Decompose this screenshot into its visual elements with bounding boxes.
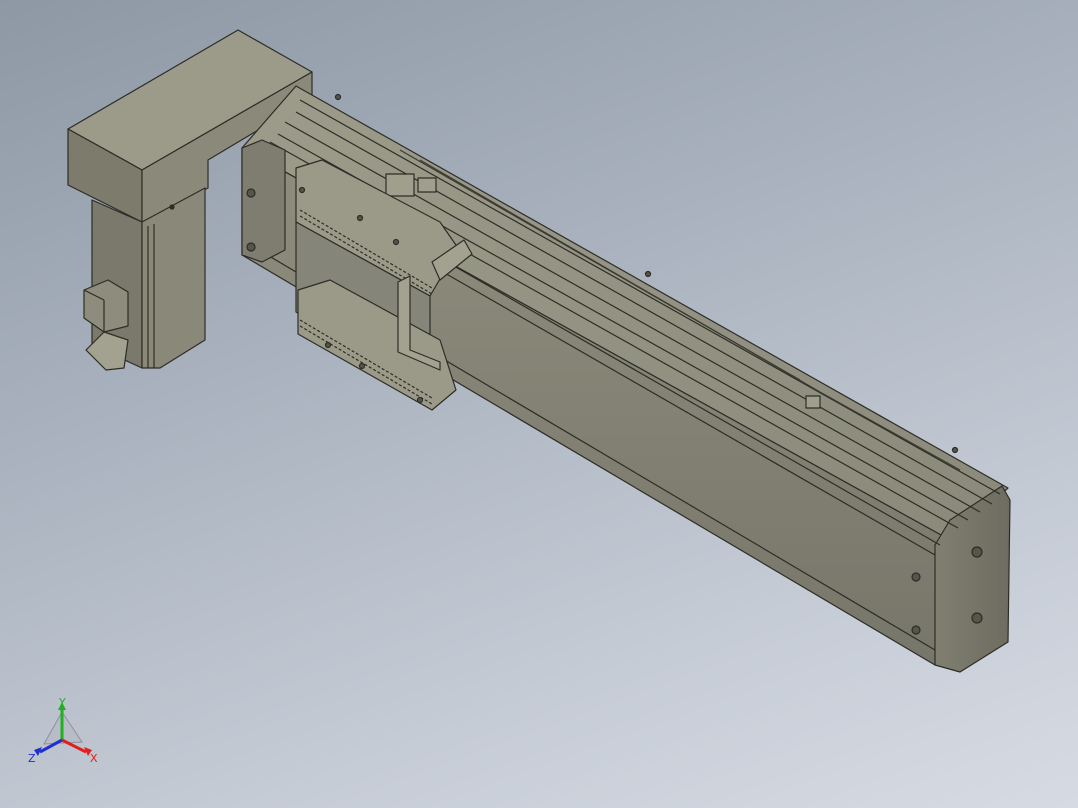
y-axis-label: Y [58, 696, 66, 709]
linear-actuator-model[interactable] [0, 0, 1078, 808]
x-axis-label: X [90, 752, 98, 765]
z-axis-label: Z [28, 752, 36, 765]
view-orientation-triad[interactable]: Y X Z [22, 692, 112, 772]
actuator-rail [241, 85, 1011, 673]
3d-viewport[interactable]: Y X Z [0, 0, 1078, 808]
